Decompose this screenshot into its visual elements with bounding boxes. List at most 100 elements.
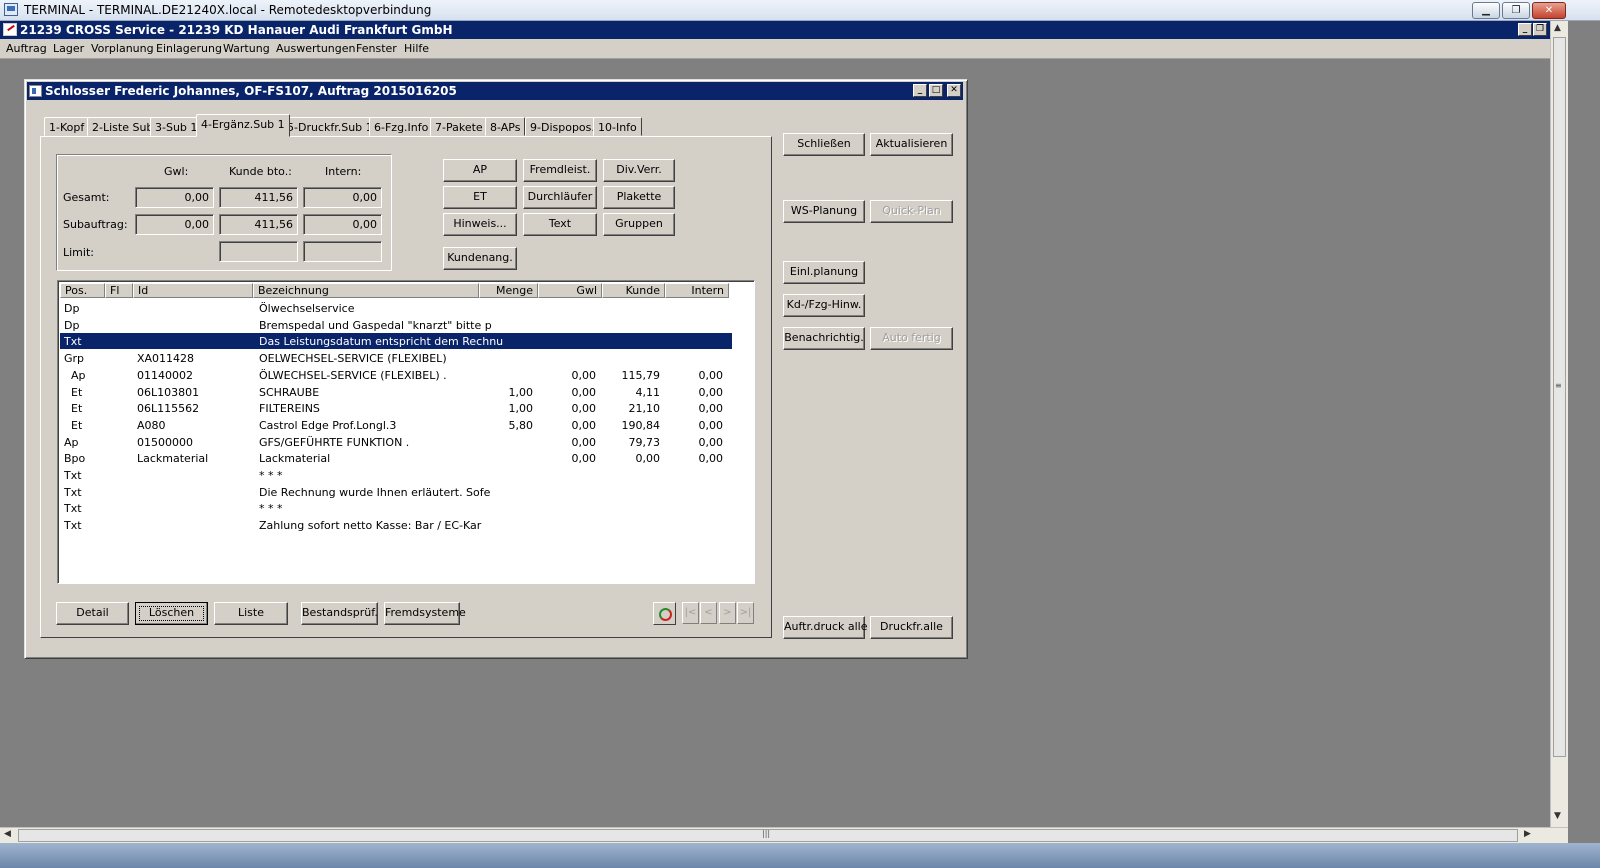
mdi-restore-icon[interactable]: ❐ xyxy=(1533,23,1547,36)
hinweis-button[interactable]: Hinweis... xyxy=(443,213,517,236)
dialog-close-icon[interactable]: ✕ xyxy=(947,84,961,97)
refresh-icon[interactable] xyxy=(653,602,676,625)
col-header-gwl[interactable]: Gwl xyxy=(538,283,602,298)
table-row[interactable]: Txt * * * xyxy=(60,467,732,483)
table-row[interactable]: Txt Die Rechnung wurde Ihnen erläutert. S… xyxy=(60,484,732,500)
cell-kunde: 0,00 xyxy=(635,452,661,466)
aktualisieren-button[interactable]: Aktualisieren xyxy=(870,133,953,156)
col-header-bezeichnung[interactable]: Bezeichnung xyxy=(253,283,479,298)
cell-pos: Dp xyxy=(64,318,80,332)
scroll-left-icon[interactable]: ◀ xyxy=(4,829,11,839)
table-row[interactable]: Ap 01140002 ÖLWECHSEL-SERVICE (FLEXIBEL) .… xyxy=(60,367,732,383)
gruppen-button[interactable]: Gruppen xyxy=(603,213,675,236)
table-row[interactable]: Txt Das Leistungsdatum entspricht dem Rec… xyxy=(60,333,732,350)
liste-button[interactable]: Liste xyxy=(214,602,288,625)
et-button[interactable]: ET xyxy=(443,186,517,209)
kundenang-button[interactable]: Kundenang. xyxy=(443,247,517,270)
einl-planung-button[interactable]: Einl.planung xyxy=(783,261,865,284)
col-header-pos[interactable]: Pos. xyxy=(60,283,105,298)
loeschen-button[interactable]: Löschen xyxy=(135,602,208,625)
tab-fzg-info[interactable]: 6-Fzg.Info xyxy=(369,117,434,136)
col-header-id[interactable]: Id xyxy=(133,283,253,298)
tab-kopf[interactable]: 1-Kopf xyxy=(44,117,90,136)
mdi-minimize-icon[interactable]: _ xyxy=(1518,23,1532,36)
text-button[interactable]: Text xyxy=(523,213,597,236)
ap-button[interactable]: AP xyxy=(443,159,517,182)
cell-id: 06L115562 xyxy=(137,402,200,416)
vertical-scrollbar[interactable]: ▲ ≡ ▼ xyxy=(1550,21,1568,827)
tab-pakete[interactable]: 7-Pakete xyxy=(430,117,488,136)
col-header-fl[interactable]: Fl xyxy=(105,283,133,298)
durchlaeufer-button[interactable]: Durchläufer xyxy=(523,186,597,209)
scroll-down-icon[interactable]: ▼ xyxy=(1554,811,1561,821)
cell-bez: Lackmaterial xyxy=(259,452,331,466)
table-row[interactable]: Ap 01500000 GFS/GEFÜHRTE FUNKTION . 0,00 79,… xyxy=(60,434,732,450)
tab-ergaenz-sub-1[interactable]: 4-Ergänz.Sub 1 xyxy=(196,114,290,137)
cell-gwl: 0,00 xyxy=(571,452,597,466)
positions-grid[interactable]: Pos. Fl Id Bezeichnung Menge Gwl Kunde I… xyxy=(57,280,755,584)
dialog-icon xyxy=(29,85,42,97)
menu-auswertungen[interactable]: Auswertungen xyxy=(276,42,356,55)
tab-aps[interactable]: 8-APs xyxy=(485,117,526,136)
col-header-menge[interactable]: Menge xyxy=(479,283,538,298)
dialog-minimize-icon[interactable]: _ xyxy=(913,84,927,97)
fremdleist-button[interactable]: Fremdleist. xyxy=(523,159,597,182)
menu-einlagerung[interactable]: Einlagerung xyxy=(156,42,222,55)
fremdsysteme-button[interactable]: Fremdsysteme xyxy=(384,602,466,625)
menu-auftrag[interactable]: Auftrag xyxy=(6,42,47,55)
druckfr-alle-button[interactable]: Druckfr.alle xyxy=(870,616,953,639)
cell-intern: 0,00 xyxy=(698,452,724,466)
tab-sub-1[interactable]: 3-Sub 1 xyxy=(150,117,203,136)
auto-fertig-button[interactable]: Auto fertig xyxy=(870,327,953,350)
quick-plan-button[interactable]: Quick-Plan xyxy=(870,200,953,223)
col-kunde-label: Kunde bto.: xyxy=(229,165,292,178)
scroll-right-icon[interactable]: ▶ xyxy=(1524,829,1531,839)
table-row[interactable]: Dp Ölwechselservice xyxy=(60,300,732,316)
tab-druckfr-sub-1[interactable]: 5-Druckfr.Sub 1 xyxy=(282,117,378,136)
horizontal-scrollbar[interactable]: ◀ ||| ▶ xyxy=(0,827,1568,843)
cell-kunde: 21,10 xyxy=(628,402,661,416)
nav-prev-button[interactable]: < xyxy=(700,602,717,624)
nav-first-button[interactable]: |< xyxy=(682,602,699,624)
tab-liste-sub[interactable]: 2-Liste Sub xyxy=(87,117,159,136)
vertical-scroll-thumb[interactable] xyxy=(1553,37,1566,757)
table-row[interactable]: Dp Bremspedal und Gaspedal "knarzt" bitte… xyxy=(60,317,732,333)
menu-fenster[interactable]: Fenster xyxy=(356,42,397,55)
cell-intern: 0,00 xyxy=(698,402,724,416)
limit-kunde-field[interactable] xyxy=(219,241,298,262)
subauftrag-kunde-field: 411,56 xyxy=(219,214,298,235)
auftr-druck-alle-button[interactable]: Auftr.druck alle xyxy=(783,616,868,639)
app-title-bar: 21239 CROSS Service - 21239 KD Hanauer A… xyxy=(0,21,1550,39)
plakette-button[interactable]: Plakette xyxy=(603,186,675,209)
limit-intern-field[interactable] xyxy=(303,241,382,262)
table-row[interactable]: Grp XA011428 OELWECHSEL-SERVICE (FLEXIBEL) xyxy=(60,350,732,366)
menu-hilfe[interactable]: Hilfe xyxy=(404,42,429,55)
col-header-kunde[interactable]: Kunde xyxy=(602,283,665,298)
kd-fzg-hinw-button[interactable]: Kd-/Fzg-Hinw. xyxy=(783,294,865,317)
table-row[interactable]: Et 06L115562 FILTEREINS 1,00 0,00 21,10 0,00 xyxy=(60,400,732,416)
restore-icon[interactable]: ❐ xyxy=(1502,2,1530,19)
col-header-intern[interactable]: Intern xyxy=(665,283,729,298)
table-row[interactable]: Et 06L103801 SCHRAUBE 1,00 0,00 4,11 0,00 xyxy=(60,384,732,400)
menu-lager[interactable]: Lager xyxy=(53,42,84,55)
detail-button[interactable]: Detail xyxy=(56,602,129,625)
menu-vorplanung[interactable]: Vorplanung xyxy=(91,42,154,55)
ws-planung-button[interactable]: WS-Planung xyxy=(783,200,865,223)
scroll-up-icon[interactable]: ▲ xyxy=(1554,23,1561,33)
schliessen-button[interactable]: Schließen xyxy=(783,133,865,156)
table-row[interactable]: Bpo Lackmaterial Lackmaterial 0,00 0,00 0,00 xyxy=(60,450,732,466)
dialog-maximize-icon[interactable]: □ xyxy=(929,84,943,97)
nav-next-button[interactable]: > xyxy=(719,602,736,624)
menu-wartung[interactable]: Wartung xyxy=(223,42,270,55)
nav-last-button[interactable]: >| xyxy=(737,602,754,624)
div-verr-button[interactable]: Div.Verr. xyxy=(603,159,675,182)
close-icon[interactable]: ✕ xyxy=(1532,2,1566,19)
table-row[interactable]: Txt * * * xyxy=(60,500,732,516)
tab-dispopos[interactable]: 9-Dispopos. xyxy=(525,117,600,136)
tab-info[interactable]: 10-Info xyxy=(593,117,642,136)
table-row[interactable]: Et A080 Castrol Edge Prof.Longl.3 5,80 0,00 1… xyxy=(60,417,732,433)
benachrichtig-button[interactable]: Benachrichtig. xyxy=(783,327,865,350)
bestandspruef-button[interactable]: Bestandsprüf. xyxy=(301,602,378,625)
minimize-icon[interactable]: ▁ xyxy=(1472,2,1500,19)
table-row[interactable]: Txt Zahlung sofort netto Kasse: Bar / EC-… xyxy=(60,517,732,533)
